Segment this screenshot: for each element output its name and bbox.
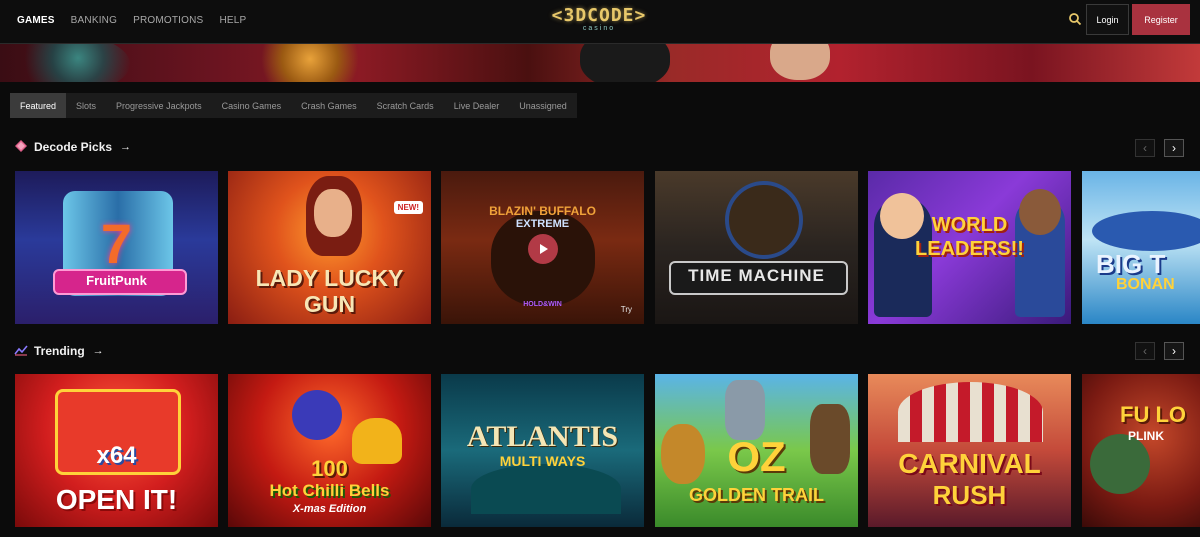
game-title-line2: Hot Chilli Bells [269,481,390,500]
game-badge: 7 [100,212,133,275]
game-title: LADY LUCKY [255,265,404,291]
hero-banner[interactable] [0,44,1200,82]
game-title: BIG T [1096,249,1166,279]
game-title: FruitPunk [86,273,147,288]
new-badge: NEW! [393,201,423,214]
logo-text: <3DCODE> [551,5,647,26]
game-title: ATLANTIS [466,420,619,453]
multiplier-badge: x64 [96,442,137,469]
game-title-line3: X-mas Edition [292,503,367,515]
game-card-hot-chilli-bells[interactable]: 100 Hot Chilli Bells X-mas Edition [228,374,431,527]
hold-win-tag: HOLD&WIN [523,301,562,308]
game-title: OPEN IT! [55,484,178,515]
game-title: BLAZIN' BUFFALO [489,204,596,218]
diamond-icon [14,139,28,156]
game-title: 100 [311,456,348,481]
nav-promotions[interactable]: PROMOTIONS [133,15,203,26]
game-card-lady-lucky-gun[interactable]: NEW! LADY LUCKY GUN [228,171,431,324]
banner-figure-arm [770,44,830,80]
trending-chart-icon [14,344,28,359]
register-button[interactable]: Register [1132,4,1190,35]
game-title: FU LO [1120,402,1186,427]
dragon-graphic [1090,434,1150,494]
game-card-fruitpunk[interactable]: 7 FruitPunk [15,171,218,324]
game-title-line2: GUN [303,291,356,317]
decode-picks-carousel: 7 FruitPunk NEW! LADY LUCKY GUN BLAZIN' … [15,171,1200,324]
game-card-big-bonanza[interactable]: BIG T BONAN [1082,171,1200,324]
grapes-graphic [292,390,342,440]
nav-games[interactable]: GAMES [17,15,55,26]
game-title: OZ [727,433,786,480]
login-button[interactable]: Login [1086,4,1129,35]
game-title-line2: EXTREME [515,218,570,230]
game-title: CARNIVAL [898,448,1041,479]
carousel-prev-button[interactable]: ‹ [1135,139,1155,157]
game-card-carnival-rush[interactable]: CARNIVAL RUSH [868,374,1071,527]
game-card-oz-golden-trail[interactable]: OZ GOLDEN TRAIL [655,374,858,527]
tab-featured[interactable]: Featured [10,93,67,118]
tab-unassigned[interactable]: Unassigned [509,93,577,118]
tent-graphic [898,382,1043,442]
game-card-world-leaders[interactable]: WORLD LEADERS!! [868,171,1071,324]
game-title-line2: GOLDEN TRAIL [689,485,824,505]
carousel-next-button[interactable]: › [1164,342,1184,360]
main-nav: GAMES BANKING PROMOTIONS HELP [17,0,246,40]
carousel-prev-button[interactable]: ‹ [1135,342,1155,360]
site-logo[interactable]: <3DCODE> casino [536,5,662,35]
section-title: Decode Picks [34,140,113,154]
tab-scratch-cards[interactable]: Scratch Cards [367,93,444,118]
game-title: WORLD [931,214,1008,236]
tab-crash-games[interactable]: Crash Games [291,93,367,118]
game-card-time-machine[interactable]: TIME MACHINE [655,171,858,324]
arrow-right-icon: → [120,141,132,153]
try-label[interactable]: Try [621,305,632,314]
arrow-right-icon: → [92,345,104,357]
search-icon[interactable] [1068,12,1082,26]
category-tabs: Featured Slots Progressive Jackpots Casi… [10,93,577,118]
tab-casino-games[interactable]: Casino Games [212,93,292,118]
section-header-decode-picks[interactable]: Decode Picks → [14,138,131,156]
fish-graphic [1092,211,1200,251]
tab-live-dealer[interactable]: Live Dealer [444,93,510,118]
tab-slots[interactable]: Slots [66,93,106,118]
game-card-atlantis[interactable]: ATLANTIS MULTI WAYS [441,374,644,527]
logo-subtitle: casino [582,25,616,32]
clock-graphic [725,181,803,259]
nav-help[interactable]: HELP [219,15,246,26]
section-header-trending[interactable]: Trending → [14,342,104,360]
game-title-line2: MULTI WAYS [499,453,586,469]
ruins-graphic [471,464,621,514]
character-face [314,189,352,237]
section-title: Trending [34,344,85,358]
banner-neon-shape [0,44,130,82]
game-card-open-it[interactable]: x64 OPEN IT! [15,374,218,527]
banner-figure-dark [580,44,670,82]
tinman-graphic [725,380,765,440]
tab-progressive-jackpots[interactable]: Progressive Jackpots [106,93,212,118]
game-card-blazin-buffalo-extreme[interactable]: BLAZIN' BUFFALO EXTREME HOLD&WIN Try [441,171,644,324]
game-title-line2: BONAN [1116,276,1175,293]
nav-banking[interactable]: BANKING [71,15,117,26]
game-title-line2: LEADERS!! [915,238,1024,260]
game-title: TIME MACHINE [688,266,825,285]
game-title-line2: PLINK [1128,429,1164,443]
carousel-next-button[interactable]: › [1164,139,1184,157]
play-icon[interactable] [528,234,558,264]
top-header: GAMES BANKING PROMOTIONS HELP <3DCODE> c… [0,0,1200,44]
game-card-fu-lo-plinko[interactable]: FU LO PLINK [1082,374,1200,527]
banner-gold-shape [250,44,370,82]
trending-carousel: x64 OPEN IT! 100 Hot Chilli Bells X-mas … [15,374,1200,527]
game-title-line2: RUSH [932,480,1007,510]
